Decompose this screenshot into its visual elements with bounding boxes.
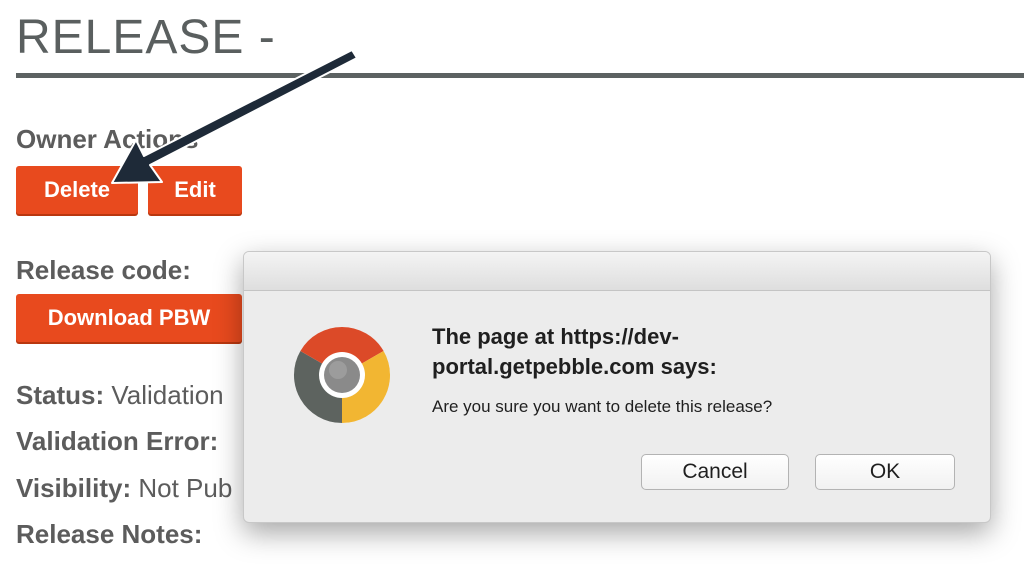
visibility-value: Not Pub bbox=[138, 473, 233, 503]
cancel-button[interactable]: Cancel bbox=[641, 454, 789, 490]
ok-button[interactable]: OK bbox=[815, 454, 955, 490]
visibility-key: Visibility: bbox=[16, 473, 132, 503]
status-value: Validation bbox=[111, 380, 224, 410]
release-notes-row: Release Notes: bbox=[16, 519, 202, 550]
validation-error-row: Validation Error: bbox=[16, 426, 218, 457]
dialog-heading: The page at https://dev- portal.getpebbl… bbox=[432, 322, 852, 382]
page-title: RELEASE - bbox=[16, 11, 276, 64]
visibility-row: Visibility: Not Pub bbox=[16, 473, 232, 504]
alert-dialog: The page at https://dev- portal.getpebbl… bbox=[243, 251, 991, 523]
delete-button[interactable]: Delete bbox=[16, 166, 138, 214]
release-code-label: Release code: bbox=[16, 255, 191, 285]
dialog-heading-line2: portal.getpebble.com says: bbox=[432, 354, 717, 379]
edit-button[interactable]: Edit bbox=[148, 166, 242, 214]
validation-error-key: Validation Error: bbox=[16, 426, 219, 456]
release-notes-key: Release Notes: bbox=[16, 519, 203, 549]
chrome-icon bbox=[293, 327, 391, 423]
owner-actions-label: Owner Actions bbox=[16, 124, 199, 154]
dialog-heading-line1: The page at https://dev- bbox=[432, 324, 679, 349]
dialog-message: Are you sure you want to delete this rel… bbox=[432, 397, 773, 416]
title-divider bbox=[16, 73, 1024, 78]
download-pbw-button[interactable]: Download PBW bbox=[16, 294, 242, 342]
status-key: Status: bbox=[16, 380, 105, 410]
status-row: Status: Validation bbox=[16, 380, 224, 411]
dialog-titlebar[interactable] bbox=[244, 252, 990, 291]
